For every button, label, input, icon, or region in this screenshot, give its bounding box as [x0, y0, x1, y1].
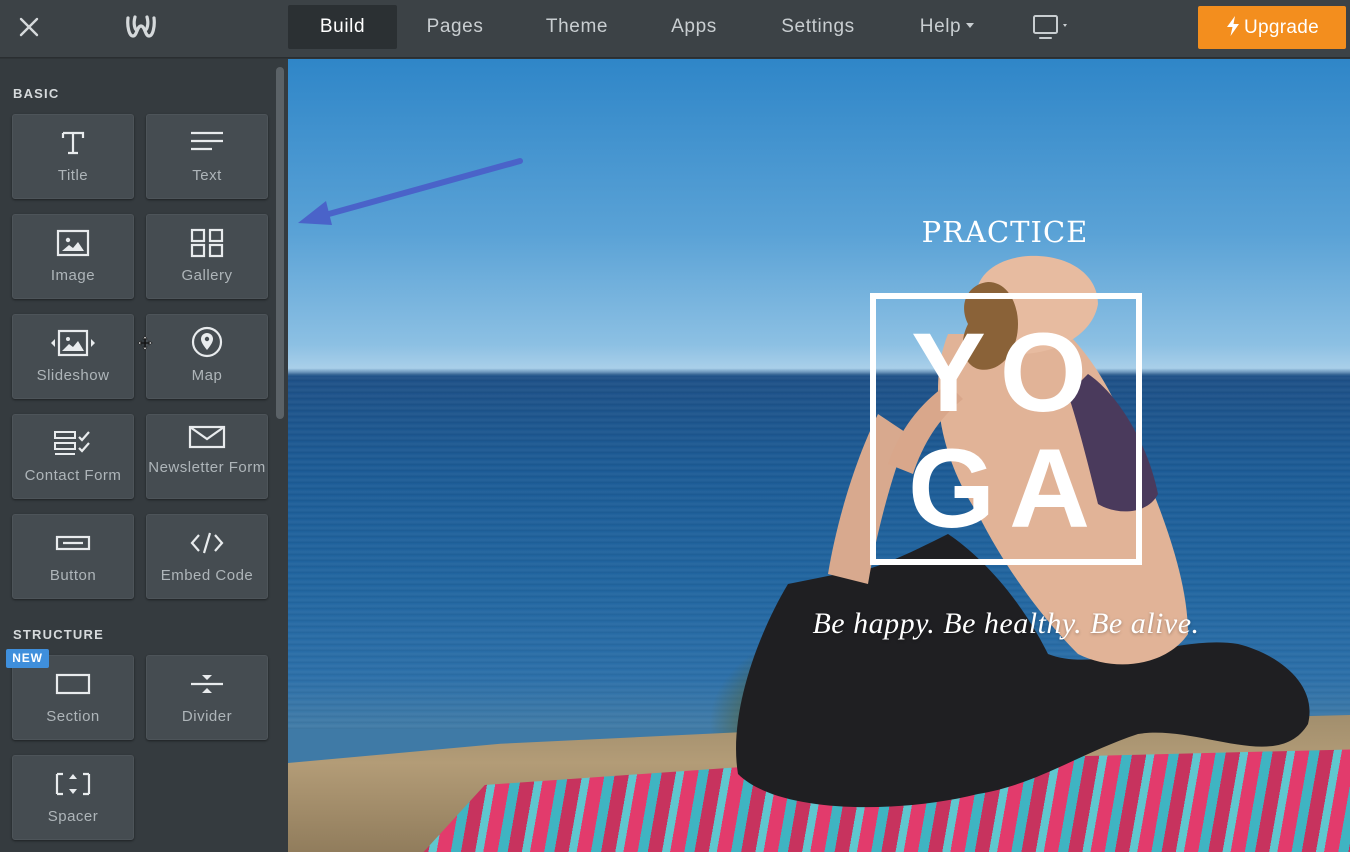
envelope-icon [188, 425, 226, 449]
tab-pages[interactable]: Pages [412, 5, 498, 49]
element-label: Image [50, 267, 96, 284]
element-label: Button [49, 567, 97, 584]
tab-build-label: Build [319, 16, 366, 37]
weebly-logo[interactable] [124, 12, 158, 42]
upgrade-label: Upgrade [1244, 17, 1319, 38]
gallery-icon [190, 228, 224, 258]
move-cursor-icon [137, 335, 153, 351]
device-preview-button[interactable] [1030, 12, 1074, 44]
yoga-logo-box[interactable]: YO GA [870, 293, 1142, 565]
element-label: Map [191, 367, 223, 384]
lightning-bolt-icon [1227, 15, 1239, 36]
element-title[interactable]: Title [12, 114, 134, 199]
section-icon [55, 673, 91, 695]
site-preview-canvas[interactable]: PRACTICE YO GA Be happy. Be healthy. Be … [288, 59, 1350, 852]
section-heading-basic: BASIC [13, 86, 60, 101]
new-badge: NEW [6, 649, 49, 668]
element-divider[interactable]: Divider [146, 655, 268, 740]
weebly-logo-icon [126, 15, 156, 38]
title-icon [61, 131, 85, 155]
element-button[interactable]: Button [12, 514, 134, 599]
element-label: Contact Form [24, 467, 122, 484]
element-label: Embed Code [160, 567, 254, 584]
tab-pages-label: Pages [426, 16, 484, 37]
tab-apps[interactable]: Apps [658, 5, 730, 49]
element-label: Divider [181, 708, 233, 725]
top-toolbar: Build Pages Theme Apps Settings Help Upg… [0, 0, 1350, 58]
element-label: Newsletter Form [148, 459, 266, 476]
element-label: Gallery [181, 267, 233, 284]
chevron-down-icon [966, 22, 975, 28]
annotation-arrow-icon [298, 158, 523, 225]
hero-eyebrow-text[interactable]: PRACTICE [908, 215, 1102, 249]
element-label: Spacer [47, 808, 99, 825]
tab-settings[interactable]: Settings [766, 5, 870, 49]
element-spacer[interactable]: Spacer [12, 755, 134, 840]
contact-form-icon [54, 431, 90, 455]
element-embed-code[interactable]: Embed Code [146, 514, 268, 599]
close-icon [19, 17, 39, 37]
element-image[interactable]: Image [12, 214, 134, 299]
yoga-title-line-2: GA [908, 426, 1104, 551]
upgrade-button[interactable]: Upgrade [1198, 6, 1346, 49]
desktop-monitor-icon [1033, 15, 1067, 39]
slideshow-icon [51, 329, 95, 357]
spacer-icon [55, 772, 91, 796]
element-label: Section [46, 708, 100, 725]
code-icon [190, 532, 224, 554]
tab-help-label: Help [919, 16, 962, 37]
divider-icon [191, 675, 223, 693]
button-icon [55, 535, 91, 551]
element-newsletter-form[interactable]: Newsletter Form [146, 414, 268, 499]
map-pin-icon [191, 326, 223, 358]
element-gallery[interactable]: Gallery [146, 214, 268, 299]
tab-apps-label: Apps [671, 16, 717, 37]
element-text[interactable]: Text [146, 114, 268, 199]
sidebar-scrollbar[interactable] [276, 67, 284, 419]
yoga-title-line-1: YO [911, 310, 1101, 435]
section-heading-structure: STRUCTURE [13, 627, 104, 642]
image-icon [56, 229, 90, 257]
element-label: Title [57, 167, 89, 184]
element-slideshow[interactable]: Slideshow [12, 314, 134, 399]
tab-theme[interactable]: Theme [532, 5, 622, 49]
tab-theme-label: Theme [545, 16, 609, 37]
element-map[interactable]: Map [146, 314, 268, 399]
tab-help[interactable]: Help [908, 5, 986, 49]
tab-build[interactable]: Build [288, 5, 397, 49]
element-contact-form[interactable]: Contact Form [12, 414, 134, 499]
element-label: Text [192, 167, 222, 184]
hero-tagline[interactable]: Be happy. Be healthy. Be alive. [768, 607, 1244, 641]
element-label: Slideshow [36, 367, 110, 384]
elements-sidebar: BASIC Title Text Image Gallery Slideshow… [0, 59, 288, 852]
text-icon [191, 131, 223, 151]
close-editor-button[interactable] [14, 12, 44, 42]
tab-settings-label: Settings [781, 16, 855, 37]
